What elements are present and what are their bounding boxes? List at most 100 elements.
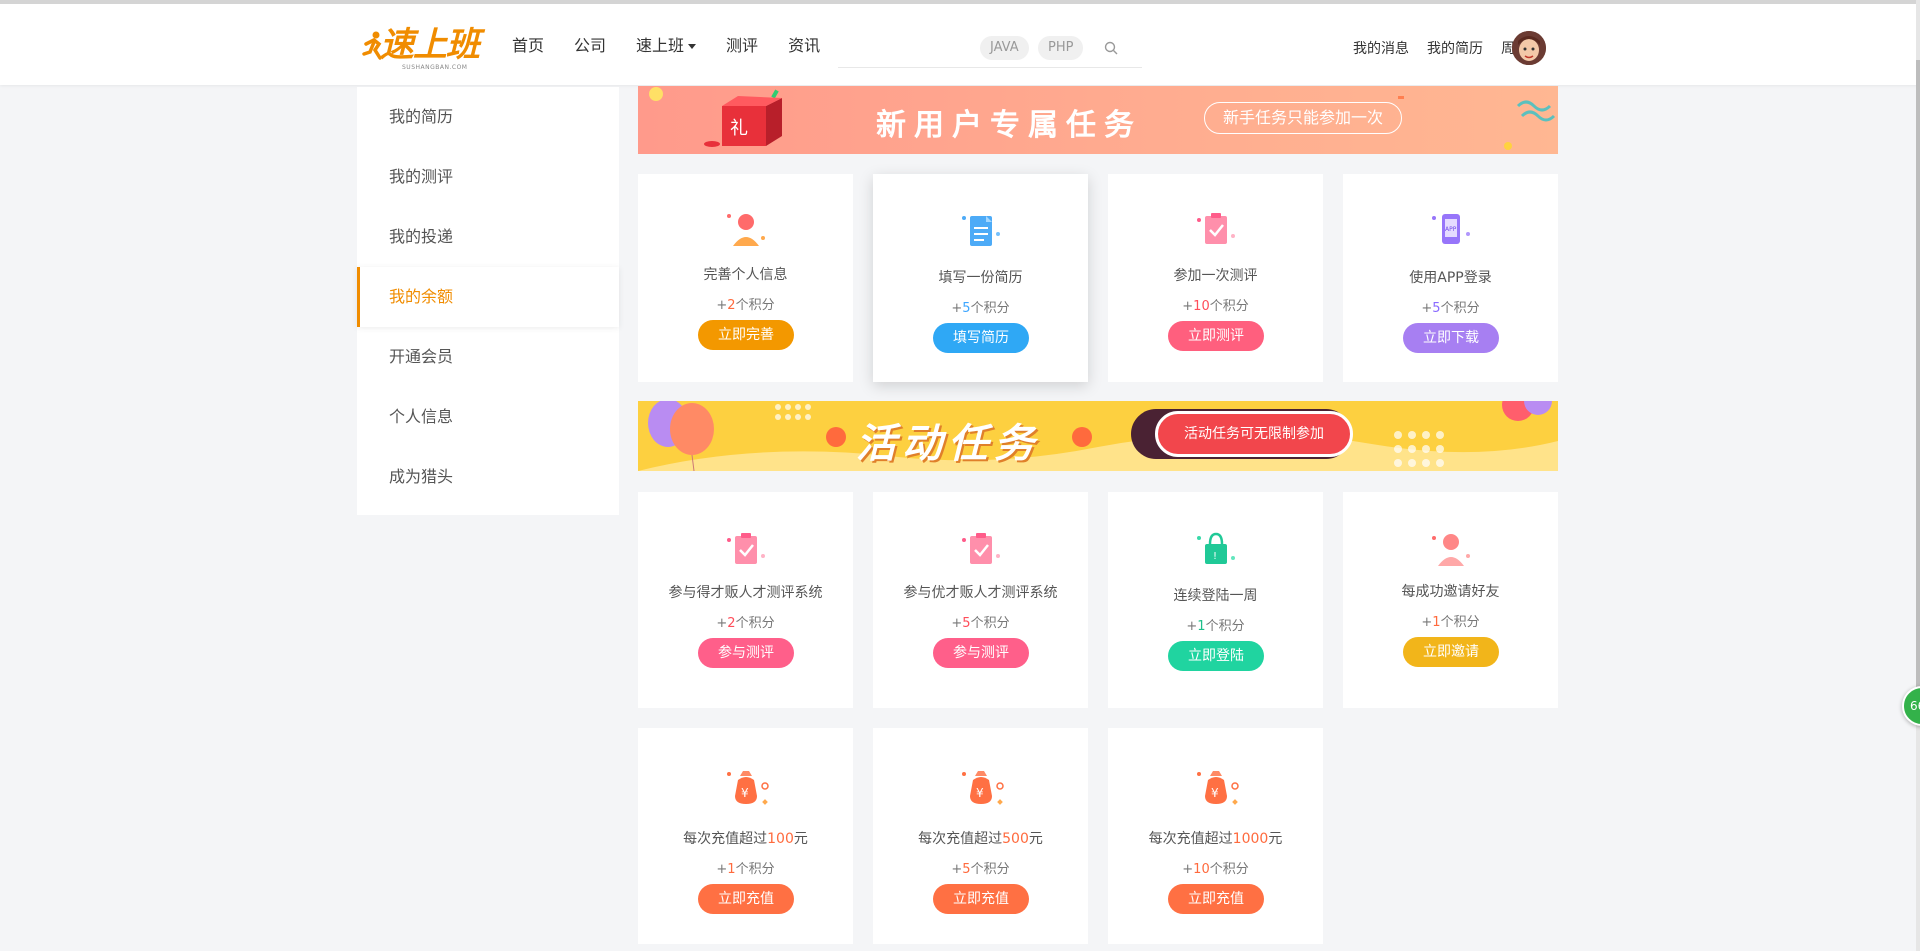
sidebar-item-become-headhunter[interactable]: 成为猎头 (357, 447, 619, 507)
points-value: 5 (962, 862, 971, 877)
task-title: 参与优才贩人才测评系统 (903, 585, 1058, 601)
avatar-face-icon (1512, 31, 1546, 65)
svg-text:!: ! (1213, 551, 1217, 562)
clipboard-check-icon (962, 533, 1000, 564)
recharge-task-card: ¥ 每次充值超过1000元 +10个积分 立即充值 (1108, 728, 1323, 944)
logo-text: 速上班 (380, 25, 480, 65)
money-bag-icon: ¥ (727, 771, 769, 805)
points-value: 1 (1197, 619, 1206, 634)
task-action-button[interactable]: 填写简历 (933, 323, 1029, 353)
task-points: +1个积分 (1186, 619, 1245, 634)
site-logo[interactable]: 速上班 SUSHANGBAN.COM (362, 24, 494, 74)
points-unit: 个积分 (1205, 619, 1245, 634)
task-title: 每次充值超过1000元 (1108, 828, 1323, 848)
sidebar-item-open-membership[interactable]: 开通会员 (357, 327, 619, 387)
nav-company[interactable]: 公司 (574, 34, 606, 58)
task-card: 填写一份简历 +5个积分 填写简历 (873, 174, 1088, 382)
svg-text:APP: APP (1445, 226, 1457, 233)
task-title: 完善个人信息 (703, 267, 788, 283)
recharge-amount: 100 (767, 831, 794, 847)
task-points: +1个积分 (716, 862, 775, 877)
task-points: +5个积分 (951, 301, 1010, 316)
points-unit: 个积分 (1209, 862, 1249, 877)
recharge-prefix: 每次充值超过 (918, 831, 1003, 847)
recharge-amount: 500 (1002, 831, 1029, 847)
points-unit: 个积分 (1440, 301, 1480, 316)
task-title: 每次充值超过100元 (638, 828, 853, 848)
user-icon (727, 214, 765, 246)
avatar[interactable] (1512, 31, 1546, 65)
task-action-button[interactable]: 立即充值 (1168, 884, 1264, 914)
sidebar-item-my-balance[interactable]: 我的余额 (357, 267, 619, 327)
activity-tasks-title: 活动任务 (856, 421, 1040, 467)
search-tag-java[interactable]: JAVA (980, 36, 1029, 60)
points-unit: 个积分 (970, 862, 1010, 877)
recharge-suffix: 元 (793, 831, 808, 847)
balloons-decoration-icon (638, 401, 1558, 471)
task-action-button[interactable]: 立即下载 (1403, 323, 1499, 353)
points-value: 1 (1432, 615, 1441, 630)
sidebar-item-my-applications[interactable]: 我的投递 (357, 207, 619, 267)
gift-box-icon: 礼 (704, 96, 782, 147)
my-messages-link[interactable]: 我的消息 (1353, 38, 1409, 58)
gift-box-label: 礼 (730, 118, 748, 139)
points-value: 5 (962, 616, 971, 631)
nav-sushangban-label: 速上班 (636, 36, 685, 55)
task-action-button[interactable]: 参与测评 (698, 638, 794, 668)
points-unit: 个积分 (1440, 615, 1480, 630)
my-resume-link[interactable]: 我的简历 (1427, 38, 1483, 58)
caret-down-icon (688, 44, 697, 49)
points-value: 2 (727, 298, 736, 313)
task-points: +5个积分 (951, 616, 1010, 631)
nav-sushangban-dropdown[interactable]: 速上班 (636, 34, 697, 58)
points-value: 2 (727, 616, 736, 631)
nav-news[interactable]: 资讯 (788, 34, 820, 58)
task-card: APP 使用APP登录 +5个积分 立即下载 (1343, 174, 1558, 382)
points-unit: 个积分 (735, 298, 775, 313)
search-icon[interactable] (1103, 40, 1119, 56)
search-tag-php[interactable]: PHP (1038, 36, 1084, 60)
logo-subtext: SUSHANGBAN.COM (402, 64, 468, 71)
nav-home[interactable]: 首页 (512, 34, 544, 58)
recharge-prefix: 每次充值超过 (683, 831, 768, 847)
task-title: 参加一次测评 (1173, 268, 1258, 284)
task-points: +1个积分 (1421, 615, 1480, 630)
points-value: 5 (962, 301, 971, 316)
task-action-button[interactable]: 立即充值 (933, 884, 1029, 914)
sidebar-item-personal-info[interactable]: 个人信息 (357, 387, 619, 447)
nav-evaluation[interactable]: 测评 (726, 34, 758, 58)
svg-text:¥: ¥ (976, 786, 984, 800)
task-action-button[interactable]: 立即充值 (698, 884, 794, 914)
top-navbar: 速上班 SUSHANGBAN.COM 首页 公司 速上班 测评 资讯 JAVA … (0, 0, 1920, 85)
recharge-amount: 1000 (1232, 831, 1269, 847)
recharge-suffix: 元 (1028, 831, 1043, 847)
points-unit: 个积分 (970, 616, 1010, 631)
svg-text:¥: ¥ (1211, 786, 1219, 800)
task-action-button[interactable]: 立即邀请 (1403, 637, 1499, 667)
recharge-suffix: 元 (1268, 831, 1283, 847)
activity-tasks-banner: 活动任务 活动任务可无限制参加 (638, 401, 1558, 471)
task-title: 参与得才贩人才测评系统 (668, 585, 823, 601)
floating-badge[interactable]: 66 (1902, 686, 1920, 726)
activity-task-card: ! 连续登陆一周 +1个积分立即登陆 (1108, 492, 1323, 708)
sidebar-menu: 我的简历 我的测评 我的投递 我的余额 开通会员 个人信息 成为猎头 (357, 87, 619, 515)
task-action-button[interactable]: 立即测评 (1168, 321, 1264, 351)
task-action-button[interactable]: 立即登陆 (1168, 641, 1264, 671)
task-action-button[interactable]: 立即完善 (698, 320, 794, 350)
recharge-task-card: ¥ 每次充值超过100元 +1个积分立即充值 (638, 728, 853, 944)
clipboard-check-icon (727, 533, 765, 564)
points-value: 10 (1193, 862, 1210, 877)
clipboard-check-icon (1197, 213, 1235, 244)
task-action-button[interactable]: 参与测评 (933, 638, 1029, 668)
sidebar-item-my-evaluation[interactable]: 我的测评 (357, 147, 619, 207)
recharge-prefix: 每次充值超过 (1148, 831, 1233, 847)
points-value: 5 (1432, 301, 1441, 316)
scrollbar-thumb[interactable] (1916, 60, 1920, 700)
new-user-tasks-title: 新用户专属任务 (876, 108, 1142, 143)
search-box[interactable]: JAVA PHP (838, 30, 1142, 68)
task-points: +10个积分 (1182, 299, 1249, 314)
task-points: +2个积分 (716, 616, 775, 631)
sidebar-item-my-resume[interactable]: 我的简历 (357, 87, 619, 147)
main-nav: 首页 公司 速上班 测评 资讯 (512, 34, 850, 58)
task-title: 连续登陆一周 (1173, 588, 1258, 604)
